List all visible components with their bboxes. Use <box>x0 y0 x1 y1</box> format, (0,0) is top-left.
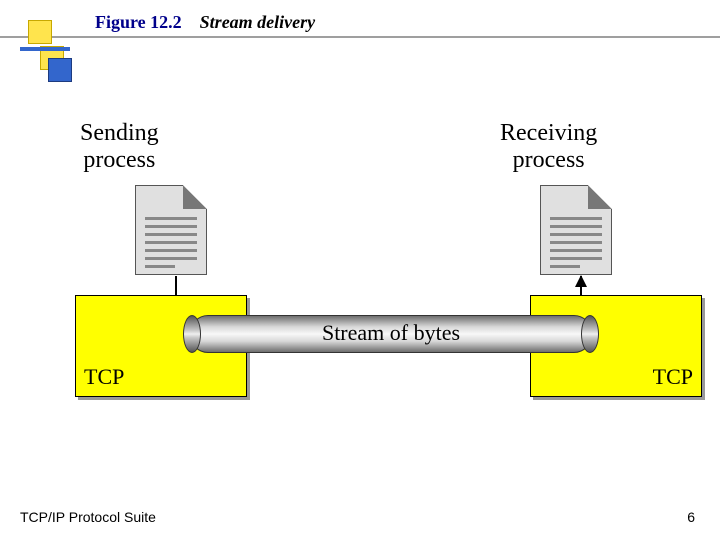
header-rule <box>0 36 720 38</box>
page-number: 6 <box>687 509 695 525</box>
stream-label: Stream of bytes <box>191 320 591 346</box>
bullet-icon <box>28 20 52 44</box>
tcp-label: TCP <box>84 364 124 390</box>
receiving-process-label: Receivingprocess <box>500 120 597 174</box>
bullet-icon <box>48 58 72 82</box>
document-icon <box>540 185 612 275</box>
document-icon <box>135 185 207 275</box>
footer-text: TCP/IP Protocol Suite <box>20 509 156 525</box>
bullet-icon <box>20 47 70 51</box>
tcp-label: TCP <box>653 364 693 390</box>
slide: Figure 12.2 Stream delivery Sendingproce… <box>0 0 720 540</box>
stream-pipe: Stream of bytes <box>190 315 592 353</box>
sending-process-label: Sendingprocess <box>80 120 159 174</box>
figure-caption: Stream delivery <box>200 12 315 32</box>
figure-title: Figure 12.2 Stream delivery <box>95 12 315 33</box>
figure-number: Figure 12.2 <box>95 12 182 32</box>
